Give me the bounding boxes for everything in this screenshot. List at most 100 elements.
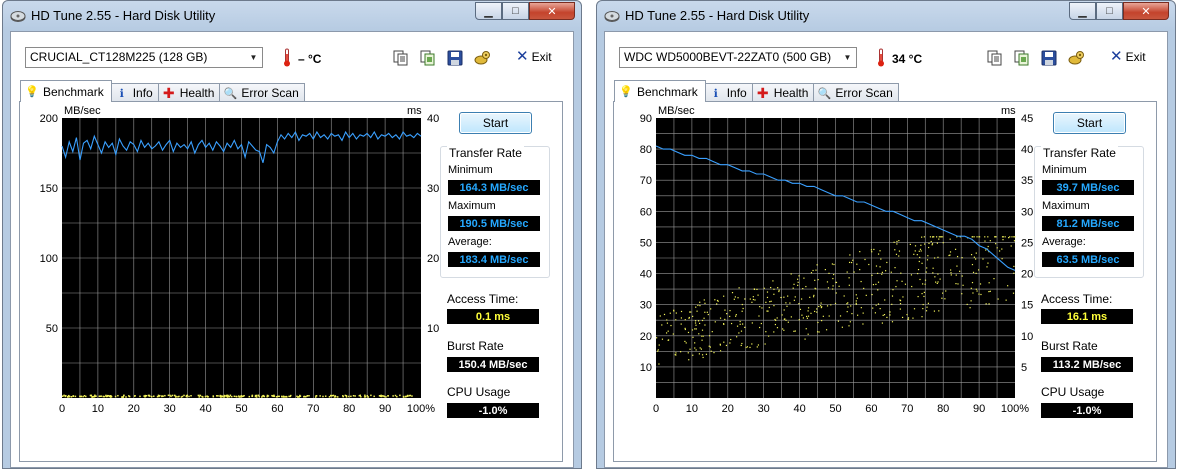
access-time-point <box>896 240 898 243</box>
access-time-point <box>807 307 810 309</box>
access-time-point <box>871 251 873 253</box>
copy-info-button[interactable] <box>418 49 438 67</box>
save-button[interactable] <box>445 49 465 67</box>
access-time-point <box>711 331 713 333</box>
access-time-point <box>733 298 735 300</box>
title-bar[interactable]: HD Tune 2.55 - Hard Disk Utility ▁ □ ✕ <box>597 1 1175 31</box>
transfer-rate-title: Transfer Rate <box>447 146 524 160</box>
access-time-point <box>164 394 166 397</box>
access-time-point <box>1005 299 1007 301</box>
exit-button[interactable]: ✕ Exit <box>516 49 552 64</box>
access-time-point <box>892 289 894 291</box>
access-time-point <box>158 395 160 398</box>
access-time-point <box>988 303 990 305</box>
access-time-point <box>977 269 980 271</box>
access-time-point <box>816 331 819 333</box>
access-time-point <box>704 324 706 326</box>
access-time-point <box>930 240 932 243</box>
minimize-button[interactable]: ▁ <box>475 2 502 20</box>
cpu-usage-value: -1.0% <box>1041 403 1133 418</box>
access-time-point <box>877 281 880 283</box>
access-time-point <box>891 321 894 323</box>
access-time-point <box>1010 245 1012 247</box>
access-time-point <box>735 314 737 316</box>
start-button[interactable]: Start <box>459 112 532 134</box>
access-time-point <box>739 320 741 323</box>
tab-benchmark[interactable]: 💡 Benchmark <box>614 80 706 102</box>
maximize-button[interactable]: □ <box>502 2 529 20</box>
tab-health[interactable]: ✚ Health <box>751 83 815 102</box>
access-time-point <box>906 314 908 316</box>
maximize-icon: □ <box>1106 5 1113 17</box>
access-time-point <box>852 259 854 261</box>
y-tick-left: 200 <box>40 113 58 125</box>
minimize-button[interactable]: ▁ <box>1069 2 1096 20</box>
access-time-point <box>818 305 820 308</box>
burst-rate-value: 150.4 MB/sec <box>447 357 539 372</box>
access-time-point <box>832 285 834 287</box>
tab-error-scan[interactable]: 🔍 Error Scan <box>813 83 899 102</box>
access-time-point <box>773 288 775 290</box>
access-time-point <box>221 395 223 397</box>
tab-info[interactable]: ℹ Info <box>704 83 753 102</box>
copy-text-button[interactable] <box>985 49 1005 67</box>
close-icon: ✕ <box>547 5 557 18</box>
start-button[interactable]: Start <box>1053 112 1126 134</box>
copy-info-button[interactable] <box>1012 49 1032 67</box>
title-bar[interactable]: HD Tune 2.55 - Hard Disk Utility ▁ □ ✕ <box>3 1 581 31</box>
access-time-point <box>914 250 916 252</box>
benchmark-icon: 💡 <box>25 86 39 98</box>
close-button[interactable]: ✕ <box>1123 2 1169 20</box>
access-time-point <box>805 285 807 288</box>
access-time-point <box>719 350 722 352</box>
options-button[interactable] <box>472 49 492 67</box>
access-time-point <box>701 319 704 322</box>
copy-text-button[interactable] <box>391 49 411 67</box>
drive-select[interactable]: CRUCIAL_CT128M225 (128 GB) ▼ <box>25 47 263 68</box>
access-time-point <box>918 250 920 252</box>
access-time-point <box>961 293 963 295</box>
exit-button[interactable]: ✕ Exit <box>1110 49 1146 64</box>
options-button[interactable] <box>1066 49 1086 67</box>
access-time-point <box>296 396 299 398</box>
save-button[interactable] <box>1039 49 1059 67</box>
access-time-point <box>680 317 683 319</box>
access-time-point <box>1001 258 1003 260</box>
access-time-point <box>898 250 901 252</box>
tab-info[interactable]: ℹ Info <box>110 83 159 102</box>
access-time-point <box>918 260 920 263</box>
access-time-point <box>746 346 749 348</box>
access-time-point <box>818 331 820 333</box>
access-time-point <box>830 304 832 306</box>
access-time-point <box>921 262 923 264</box>
access-time-point <box>773 305 775 307</box>
maximize-button[interactable]: □ <box>1096 2 1123 20</box>
access-time-point <box>863 287 865 290</box>
access-time-point <box>694 322 697 324</box>
access-time-point <box>308 395 310 397</box>
access-time-point <box>1004 236 1006 238</box>
access-time-point <box>817 279 819 281</box>
tab-error-scan[interactable]: 🔍 Error Scan <box>219 83 305 102</box>
x-tick: 20 <box>128 403 140 415</box>
access-time-point <box>719 317 722 319</box>
access-time-point <box>183 394 185 397</box>
close-button[interactable]: ✕ <box>529 2 575 20</box>
access-time-point <box>942 292 944 294</box>
access-time-point <box>724 309 726 311</box>
access-time-point <box>223 394 226 397</box>
access-time-point <box>716 303 718 305</box>
tab-health[interactable]: ✚ Health <box>157 83 221 102</box>
access-time-point <box>807 310 809 312</box>
access-time-point <box>800 298 803 300</box>
access-time-point <box>742 323 744 325</box>
access-time-point <box>862 312 864 314</box>
access-time-point <box>173 394 176 397</box>
drive-select[interactable]: WDC WD5000BEVT-22ZAT0 (500 GB) ▼ <box>619 47 857 68</box>
tab-benchmark[interactable]: 💡 Benchmark <box>20 80 112 102</box>
access-time-point <box>848 277 850 279</box>
access-time-point <box>813 294 815 296</box>
client-area: CRUCIAL_CT128M225 (128 GB) ▼ – °C ✕ Exit… <box>10 31 574 468</box>
access-time-point <box>675 312 677 314</box>
access-time-point <box>717 300 719 302</box>
